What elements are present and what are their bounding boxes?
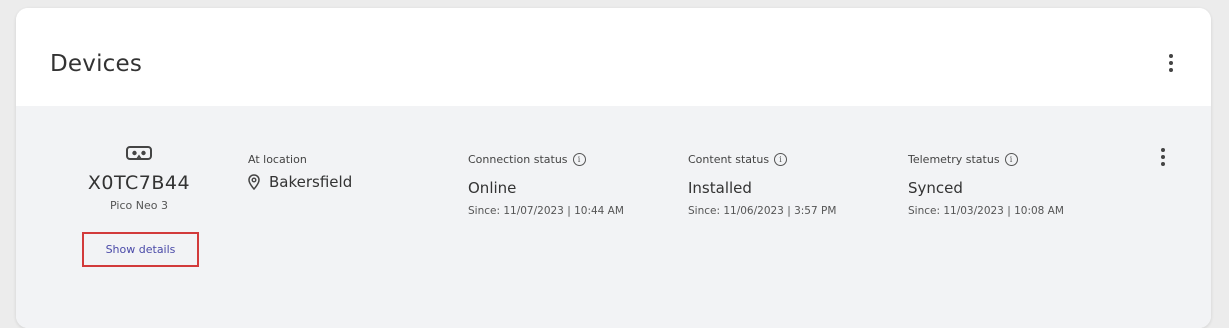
connection-status-label: Connection status	[468, 153, 568, 166]
location-column: At location Bakersfield	[248, 153, 352, 191]
location-label: At location	[248, 153, 307, 166]
vr-headset-icon	[126, 146, 152, 160]
device-model: Pico Neo 3	[110, 199, 168, 212]
device-summary: X0TC7B44 Pico Neo 3	[74, 144, 204, 212]
connection-status-column: Connection status i Online Since: 11/07/…	[468, 153, 624, 217]
content-status-value: Installed	[688, 179, 752, 197]
info-icon[interactable]: i	[1004, 153, 1018, 166]
telemetry-status-value: Synced	[908, 179, 963, 197]
device-id: X0TC7B44	[87, 172, 191, 194]
more-vertical-icon[interactable]	[1155, 146, 1171, 168]
content-status-label: Content status	[688, 153, 770, 166]
location-value-row: Bakersfield	[248, 173, 352, 191]
telemetry-status-label-row: Telemetry status i	[908, 153, 1064, 166]
telemetry-status-since: Since: 11/03/2023 | 10:08 AM	[908, 205, 1064, 217]
content-status-column: Content status i Installed Since: 11/06/…	[688, 153, 836, 217]
connection-status-since: Since: 11/07/2023 | 10:44 AM	[468, 205, 624, 217]
connection-status-value: Online	[468, 179, 517, 197]
location-name: Bakersfield	[269, 173, 353, 191]
more-vertical-icon[interactable]	[1163, 52, 1179, 74]
info-icon[interactable]: i	[774, 153, 788, 166]
telemetry-status-column: Telemetry status i Synced Since: 11/03/2…	[908, 153, 1064, 217]
card-header: Devices	[16, 8, 1211, 106]
telemetry-status-label: Telemetry status	[908, 153, 1000, 166]
device-row: X0TC7B44 Pico Neo 3 Show details At loca…	[16, 106, 1211, 328]
card-title: Devices	[50, 51, 143, 77]
map-pin-icon	[248, 174, 260, 190]
info-icon[interactable]: i	[572, 153, 586, 166]
connection-status-label-row: Connection status i	[468, 153, 624, 166]
devices-card: Devices X0TC7B44 Pico Neo 3 Show details…	[16, 8, 1211, 328]
content-status-label-row: Content status i	[688, 153, 836, 166]
show-details-button[interactable]: Show details	[82, 232, 199, 267]
content-status-since: Since: 11/06/2023 | 3:57 PM	[688, 205, 837, 217]
